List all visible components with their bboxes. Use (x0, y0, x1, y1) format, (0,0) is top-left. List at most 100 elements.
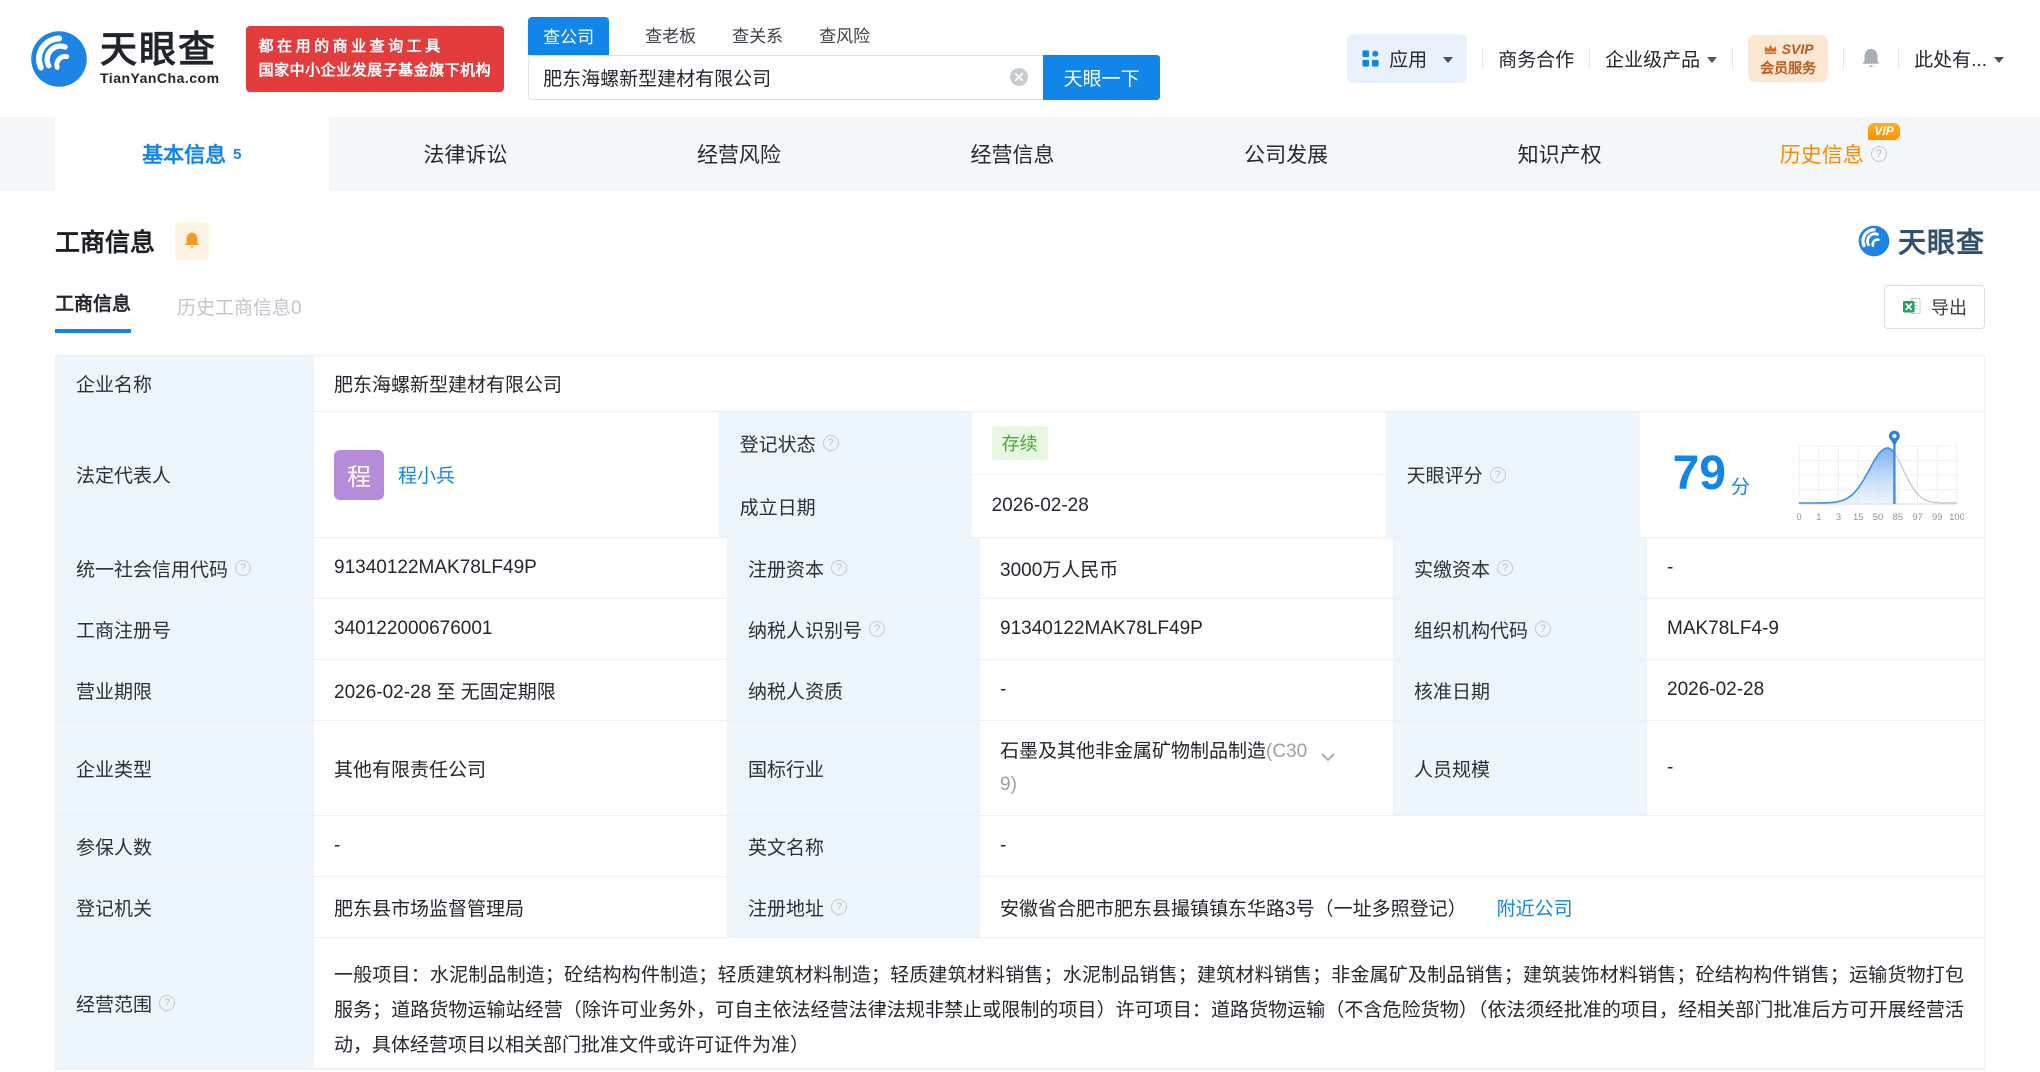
clear-icon[interactable] (1009, 67, 1029, 87)
notification-bell-icon[interactable] (1859, 47, 1883, 71)
reg-capital-value: 3000万人民币 (979, 538, 1393, 598)
monitor-bell-icon[interactable] (175, 222, 210, 260)
tianyancha-logo-icon (1858, 225, 1890, 257)
score-unit: 分 (1730, 477, 1750, 498)
legal-rep-label: 法定代表人 (56, 412, 313, 537)
table-subrow: 登记状态? 存续 (719, 412, 1386, 474)
page-title: 工商信息 (55, 229, 156, 257)
subtab-history-info[interactable]: 历史工商信息0 (177, 293, 302, 333)
legal-rep-avatar[interactable]: 程 (334, 449, 384, 500)
status-badge: 存续 (991, 426, 1048, 460)
header: 天眼查 TianYanCha.com 都在用的商业查询工具 国家中小企业发展子基… (0, 0, 2040, 117)
table-row: 营业期限 2026-02-28 至 无固定期限 纳税人资质 - 核准日期 202… (56, 660, 1984, 721)
svg-text:97: 97 (1912, 512, 1923, 523)
question-icon[interactable]: ? (1870, 146, 1887, 162)
table-row: 工商注册号 340122000676001 纳税人识别号? 91340122MA… (56, 599, 1984, 660)
staff-size-label: 人员规模 (1393, 721, 1646, 815)
question-icon[interactable]: ? (235, 560, 252, 576)
insured-count-value: - (313, 816, 727, 876)
brand-domain: TianYanCha.com (100, 69, 220, 86)
question-icon[interactable]: ? (1535, 621, 1552, 637)
search-box: 天眼一下 (528, 54, 1161, 100)
taxpayer-qual-label: 纳税人资质 (727, 660, 979, 720)
tab-history[interactable]: 历史信息 VIP ? (1696, 117, 1970, 191)
legal-rep-link[interactable]: 程小兵 (398, 461, 455, 488)
table-subrow: 成立日期 2026-02-28 (719, 474, 1386, 537)
taxpayer-id-label: 纳税人识别号? (727, 599, 979, 659)
question-icon[interactable]: ? (869, 621, 886, 637)
promo-badge[interactable]: 都在用的商业查询工具 国家中小企业发展子基金旗下机构 (245, 25, 505, 92)
subtab-row: 工商信息 历史工商信息0 导出 (55, 285, 1985, 333)
search-tab-company[interactable]: 查公司 (528, 16, 610, 55)
promo-line2: 国家中小企业发展子基金旗下机构 (258, 61, 492, 79)
business-term-value: 2026-02-28 至 无固定期限 (313, 660, 727, 720)
svip-badge[interactable]: SVIP 会员服务 (1748, 34, 1829, 83)
divider (1898, 47, 1900, 70)
export-label: 导出 (1931, 298, 1967, 318)
reg-number-label: 工商注册号 (56, 599, 313, 659)
tianyancha-logo-icon (31, 30, 87, 87)
business-scope-value: 一般项目：水泥制品制造；砼结构构件制造；轻质建筑材料制造；轻质建筑材料销售；水泥… (313, 938, 1984, 1068)
registry-authority-label: 登记机关 (56, 877, 313, 937)
svip-sublabel: 会员服务 (1760, 59, 1817, 76)
apps-label: 应用 (1389, 50, 1428, 71)
industry-name: 石墨及其他非金属矿物制品制造 (1000, 740, 1267, 762)
search-tab-relation[interactable]: 查关系 (732, 22, 783, 55)
divider (1589, 47, 1591, 70)
header-nav: 应用 商务合作 企业级产品 SVIP 会员服务 此处有... (1347, 34, 2004, 83)
tab-operation-info[interactable]: 经营信息 (876, 117, 1150, 191)
search-button[interactable]: 天眼一下 (1043, 54, 1161, 100)
divider (1482, 47, 1484, 70)
reg-status-label: 登记状态? (719, 412, 972, 474)
app-grid-icon (1362, 50, 1379, 67)
search-area: 查公司 查老板 查关系 查风险 天眼一下 (528, 16, 1161, 100)
establish-date-value: 2026-02-28 (971, 475, 1386, 537)
export-button[interactable]: 导出 (1884, 285, 1985, 329)
reg-number-value: 340122000676001 (313, 599, 727, 659)
nearby-companies-link[interactable]: 附近公司 (1497, 894, 1573, 921)
tianyan-score-cell: 79 分 0 1 3 15 50 85 97 99 100 (1638, 412, 1984, 537)
tab-basic-info[interactable]: 基本信息 5 (55, 117, 329, 191)
search-tab-risk[interactable]: 查风险 (819, 22, 870, 55)
user-menu[interactable]: 此处有... (1914, 45, 2004, 72)
tab-operation-risk[interactable]: 经营风险 (602, 117, 876, 191)
question-icon[interactable]: ? (1489, 466, 1506, 483)
vip-badge: VIP (1868, 123, 1900, 140)
brand-logo[interactable]: 天眼查 TianYanCha.com (30, 30, 220, 88)
score-chart: 0 1 3 15 50 85 97 99 100 (1796, 430, 1964, 523)
reg-capital-label: 注册资本? (727, 538, 979, 598)
question-icon[interactable]: ? (831, 899, 848, 915)
question-icon[interactable]: ? (831, 560, 848, 576)
company-type-label: 企业类型 (56, 721, 313, 815)
question-icon[interactable]: ? (822, 435, 839, 451)
table-row: 企业类型 其他有限责任公司 国标行业 石墨及其他非金属矿物制品制造(C309) … (56, 721, 1984, 816)
business-info-table: 企业名称 肥东海螺新型建材有限公司 法定代表人 程 程小兵 登记状态? 存续 成… (55, 355, 1985, 1070)
chevron-down-icon[interactable] (1321, 753, 1335, 762)
nav-cooperation[interactable]: 商务合作 (1498, 45, 1574, 72)
question-icon[interactable]: ? (1497, 560, 1514, 576)
apps-button[interactable]: 应用 (1347, 34, 1468, 83)
question-icon[interactable]: ? (159, 995, 176, 1011)
company-name-value: 肥东海螺新型建材有限公司 (313, 356, 1984, 411)
nav-enterprise[interactable]: 企业级产品 (1605, 45, 1718, 72)
industry-label: 国标行业 (727, 721, 979, 815)
tab-development[interactable]: 公司发展 (1149, 117, 1423, 191)
approve-date-label: 核准日期 (1393, 660, 1646, 720)
paid-capital-value: - (1646, 538, 1984, 598)
search-tab-boss[interactable]: 查老板 (645, 22, 696, 55)
chevron-down-icon (1994, 56, 2004, 63)
watermark-logo: 天眼查 (1858, 221, 1985, 261)
company-tabbar: 基本信息 5 法律诉讼 经营风险 经营信息 公司发展 知识产权 历史信息 VIP… (0, 117, 2040, 191)
company-type-value: 其他有限责任公司 (313, 721, 727, 815)
tab-ip[interactable]: 知识产权 (1423, 117, 1697, 191)
promo-line1: 都在用的商业查询工具 (258, 37, 444, 55)
reg-status-value: 存续 (971, 412, 1386, 474)
taxpayer-qual-value: - (979, 660, 1393, 720)
subtab-business-info[interactable]: 工商信息 (55, 289, 132, 333)
english-name-value: - (979, 816, 1984, 876)
search-input[interactable] (528, 54, 1044, 100)
search-tabs: 查公司 查老板 查关系 查风险 (528, 16, 1160, 55)
tab-legal[interactable]: 法律诉讼 (329, 117, 603, 191)
reg-address-value: 安徽省合肥市肥东县撮镇镇东华路3号（一址多照登记） 附近公司 (979, 877, 1984, 937)
uscc-label: 统一社会信用代码? (56, 538, 313, 598)
